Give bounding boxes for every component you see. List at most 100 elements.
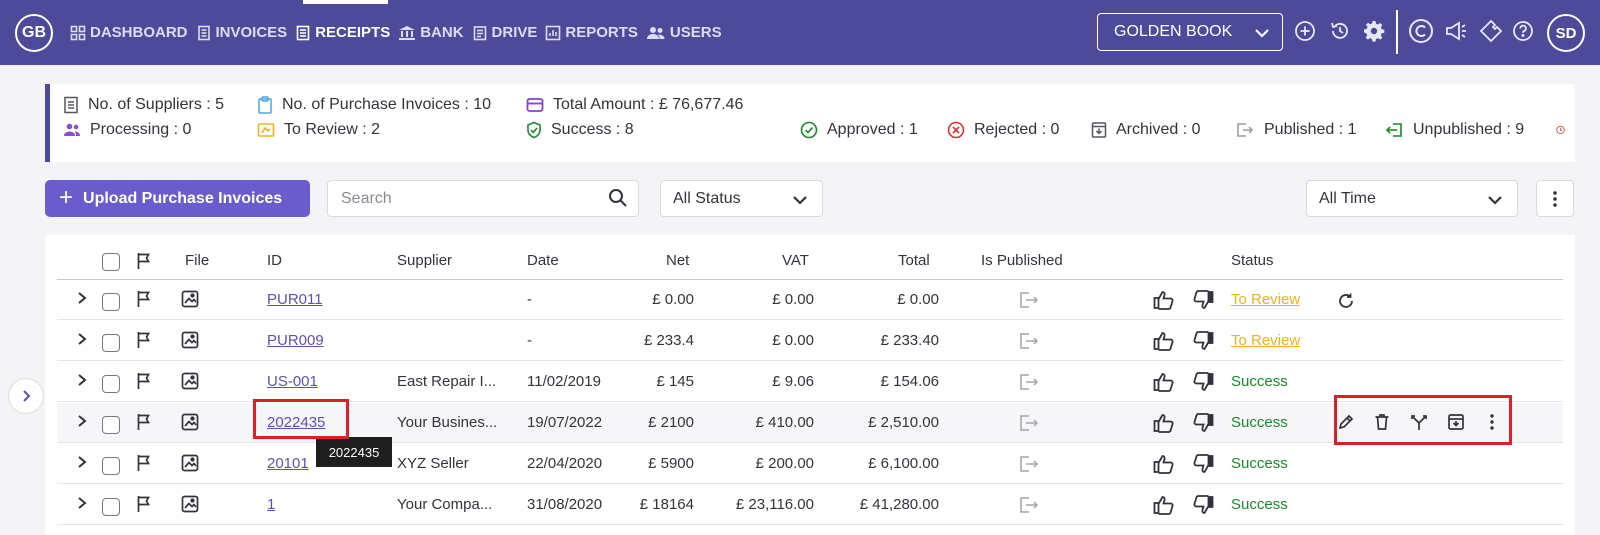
row-checkbox[interactable] <box>102 457 120 475</box>
history-icon[interactable] <box>1327 18 1353 44</box>
image-file-icon[interactable] <box>181 331 199 349</box>
help-icon[interactable] <box>1510 18 1536 44</box>
thumbs-up-icon[interactable] <box>1153 454 1175 474</box>
flag-icon[interactable] <box>136 331 152 349</box>
publish-icon[interactable] <box>1018 413 1040 433</box>
stat-success: Success : 8 <box>526 121 634 139</box>
stat-archived-label: Archived : 0 <box>1116 121 1201 138</box>
row-id-link[interactable]: 20101 <box>267 455 309 472</box>
stat-more-overflow <box>1556 121 1574 139</box>
image-file-icon[interactable] <box>181 454 199 472</box>
publish-icon[interactable] <box>1018 372 1040 392</box>
row-status: Success <box>1231 414 1288 431</box>
row-checkbox[interactable] <box>102 293 120 311</box>
stat-unpublished-label: Unpublished : 9 <box>1413 121 1525 138</box>
expand-row-icon[interactable] <box>76 372 88 388</box>
image-file-icon[interactable] <box>181 495 199 513</box>
flag-icon[interactable] <box>136 413 152 431</box>
nav-drive[interactable]: DRIVE <box>472 0 537 65</box>
gear-icon[interactable] <box>1361 18 1387 44</box>
image-file-icon[interactable] <box>181 372 199 390</box>
company-selector[interactable]: GOLDEN BOOK <box>1097 13 1283 51</box>
time-filter-select[interactable]: All Time <box>1306 180 1518 217</box>
row-checkbox[interactable] <box>102 416 120 434</box>
stat-processing-label: Processing : 0 <box>90 121 192 138</box>
col-vat[interactable]: VAT <box>782 252 809 269</box>
thumbs-up-icon[interactable] <box>1153 413 1175 433</box>
toolbar-more-button[interactable] <box>1536 180 1574 217</box>
expand-row-icon[interactable] <box>76 454 88 470</box>
flag-icon[interactable] <box>136 454 152 472</box>
nav-receipts-label: RECEIPTS <box>315 24 391 41</box>
nav-receipts[interactable]: RECEIPTS <box>295 0 390 65</box>
search-icon[interactable] <box>608 188 628 213</box>
stat-rejected-label: Rejected : 0 <box>974 121 1060 138</box>
col-net[interactable]: Net <box>666 252 689 269</box>
puzzle-icon[interactable] <box>1478 18 1504 44</box>
publish-icon[interactable] <box>1018 331 1040 351</box>
thumbs-up-icon[interactable] <box>1153 495 1175 515</box>
nav-dashboard[interactable]: DASHBOARD <box>70 0 188 65</box>
sidebar-expand-button[interactable] <box>8 378 44 414</box>
main-nav: DASHBOARD INVOICES RECEIPTS BANK DRIVE R… <box>70 0 730 65</box>
add-circle-icon[interactable] <box>1292 18 1318 44</box>
publish-icon[interactable] <box>1018 290 1040 310</box>
row-checkbox[interactable] <box>102 498 120 516</box>
user-avatar[interactable]: SD <box>1547 14 1585 52</box>
row-checkbox[interactable] <box>102 375 120 393</box>
thumbs-up-icon[interactable] <box>1153 372 1175 392</box>
thumbs-down-icon[interactable] <box>1192 372 1214 392</box>
stat-to-review: To Review : 2 <box>257 121 380 139</box>
publish-icon[interactable] <box>1018 454 1040 474</box>
row-id-link[interactable]: PUR011 <box>267 291 323 308</box>
thumbs-up-icon[interactable] <box>1153 331 1175 351</box>
row-id-link[interactable]: US-001 <box>267 373 318 390</box>
refresh-icon[interactable] <box>1337 292 1355 310</box>
col-status[interactable]: Status <box>1231 252 1274 269</box>
thumbs-up-icon[interactable] <box>1153 290 1175 310</box>
megaphone-icon[interactable] <box>1443 18 1469 44</box>
nav-reports[interactable]: REPORTS <box>545 0 638 65</box>
thumbs-down-icon[interactable] <box>1192 290 1214 310</box>
row-id-link[interactable]: 2022435 <box>267 414 325 431</box>
chevron-down-icon <box>1485 190 1505 215</box>
thumbs-down-icon[interactable] <box>1192 495 1214 515</box>
app-logo[interactable]: GB <box>15 14 53 52</box>
nav-bank[interactable]: BANK <box>398 0 464 65</box>
flag-icon[interactable] <box>136 495 152 513</box>
image-file-icon[interactable] <box>181 290 199 308</box>
upload-button-label: Upload Purchase Invoices <box>83 189 283 207</box>
publish-icon[interactable] <box>1018 495 1040 515</box>
upload-purchase-invoices-button[interactable]: + Upload Purchase Invoices <box>45 180 310 217</box>
thumbs-down-icon[interactable] <box>1192 331 1214 351</box>
row-net: £ 18164 <box>639 496 694 513</box>
status-filter-select[interactable]: All Status <box>660 180 823 217</box>
thumbs-down-icon[interactable] <box>1192 413 1214 433</box>
col-total[interactable]: Total <box>898 252 930 269</box>
col-supplier[interactable]: Supplier <box>397 252 452 269</box>
c-logo-icon[interactable] <box>1408 18 1434 44</box>
image-file-icon[interactable] <box>181 413 199 431</box>
flag-header-icon[interactable] <box>136 252 152 270</box>
select-all-checkbox[interactable] <box>102 253 120 271</box>
row-checkbox[interactable] <box>102 334 120 352</box>
nav-invoices[interactable]: INVOICES <box>196 0 287 65</box>
row-status[interactable]: To Review <box>1231 291 1300 308</box>
expand-row-icon[interactable] <box>76 495 88 511</box>
nav-users[interactable]: USERS <box>646 0 722 65</box>
row-id-link[interactable]: PUR009 <box>267 332 324 349</box>
expand-row-icon[interactable] <box>76 331 88 347</box>
col-date[interactable]: Date <box>527 252 559 269</box>
flag-icon[interactable] <box>136 372 152 390</box>
grid-icon <box>70 25 86 41</box>
thumbs-down-icon[interactable] <box>1192 454 1214 474</box>
expand-row-icon[interactable] <box>76 413 88 429</box>
expand-row-icon[interactable] <box>76 290 88 306</box>
col-id[interactable]: ID <box>267 252 282 269</box>
flag-icon[interactable] <box>136 290 152 308</box>
col-is-published: Is Published <box>981 252 1063 269</box>
search-input[interactable] <box>328 181 588 216</box>
row-status[interactable]: To Review <box>1231 332 1300 349</box>
row-supplier: East Repair I... <box>397 373 497 390</box>
row-id-link[interactable]: 1 <box>267 496 275 513</box>
